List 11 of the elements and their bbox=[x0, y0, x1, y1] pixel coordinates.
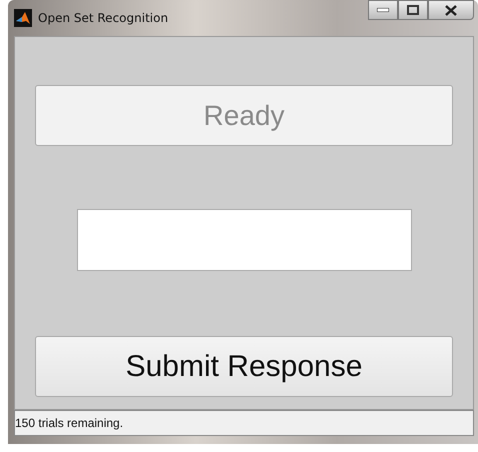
status-text: 150 trials remaining. bbox=[15, 416, 124, 430]
app-logo-icon bbox=[14, 9, 32, 27]
close-icon bbox=[445, 4, 457, 16]
minimize-icon bbox=[377, 8, 389, 12]
maximize-button[interactable] bbox=[398, 0, 428, 20]
close-button[interactable] bbox=[428, 0, 474, 20]
submit-response-button[interactable]: Submit Response bbox=[35, 336, 453, 397]
window-title: Open Set Recognition bbox=[38, 11, 168, 25]
minimize-button[interactable] bbox=[368, 0, 398, 20]
response-field[interactable] bbox=[76, 209, 412, 271]
maximize-icon bbox=[407, 5, 419, 15]
